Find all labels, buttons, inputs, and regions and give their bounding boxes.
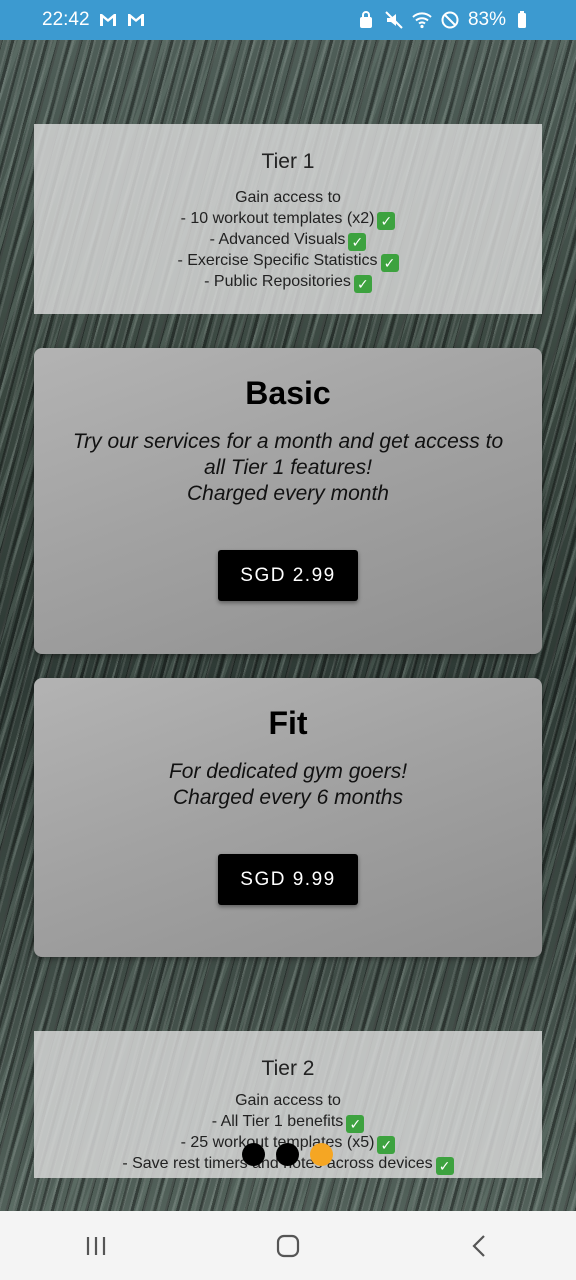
gmail-icon <box>98 10 118 30</box>
tier2-title: Tier 2 <box>261 1057 315 1080</box>
check-icon: ✓ <box>348 232 367 251</box>
buy-basic-button[interactable]: SGD 2.99 <box>218 550 358 601</box>
status-bar: 22:42 83% <box>0 0 576 40</box>
plan-description: For dedicated gym goers! Charged every 6… <box>168 760 408 809</box>
gmail-icon <box>126 10 146 30</box>
tier1-panel: Tier 1 Gain access to - 10 workout templ… <box>34 124 542 314</box>
check-icon: ✓ <box>377 1135 396 1154</box>
tier1-line: - Advanced Visuals ✓ <box>34 230 542 251</box>
tier1-line: - Exercise Specific Statistics ✓ <box>34 251 542 272</box>
tier1-line: Gain access to <box>235 189 341 206</box>
check-icon: ✓ <box>377 211 396 230</box>
battery-percent: 83% <box>467 9 506 30</box>
page-indicator <box>242 1143 333 1166</box>
navigation-bar <box>0 1211 576 1280</box>
plan-card-basic: Basic Try our services for a month and g… <box>34 348 542 654</box>
tier2-line: Gain access to <box>235 1092 341 1109</box>
plan-title: Basic <box>245 375 331 411</box>
page-dot-1[interactable] <box>242 1143 265 1166</box>
dnd-icon <box>440 10 460 30</box>
back-icon[interactable] <box>456 1222 504 1270</box>
tier1-title: Tier 1 <box>261 150 315 173</box>
page-dot-3[interactable] <box>310 1143 333 1166</box>
home-icon[interactable] <box>264 1222 312 1270</box>
status-left: 22:42 <box>42 9 146 31</box>
plan-title: Fit <box>268 705 308 741</box>
tier1-line: - Public Repositories ✓ <box>34 272 542 293</box>
check-icon: ✓ <box>380 253 399 272</box>
check-icon: ✓ <box>435 1156 454 1175</box>
battery-icon <box>514 10 534 30</box>
page-dot-2[interactable] <box>276 1143 299 1166</box>
buy-fit-button[interactable]: SGD 9.99 <box>218 854 358 905</box>
wifi-icon <box>412 10 432 30</box>
mute-icon <box>384 10 404 30</box>
status-right: 83% <box>356 9 534 31</box>
plan-description: Try our services for a month and get acc… <box>72 430 504 505</box>
recents-icon[interactable] <box>72 1222 120 1270</box>
plan-card-fit: Fit For dedicated gym goers! Charged eve… <box>34 678 542 957</box>
tier1-line: - 10 workout templates (x2) ✓ <box>34 209 542 230</box>
tier2-line: - All Tier 1 benefits ✓ <box>34 1112 542 1133</box>
lock-icon <box>356 10 376 30</box>
check-icon: ✓ <box>353 274 372 293</box>
check-icon: ✓ <box>346 1114 365 1133</box>
status-time: 22:42 <box>42 9 90 30</box>
